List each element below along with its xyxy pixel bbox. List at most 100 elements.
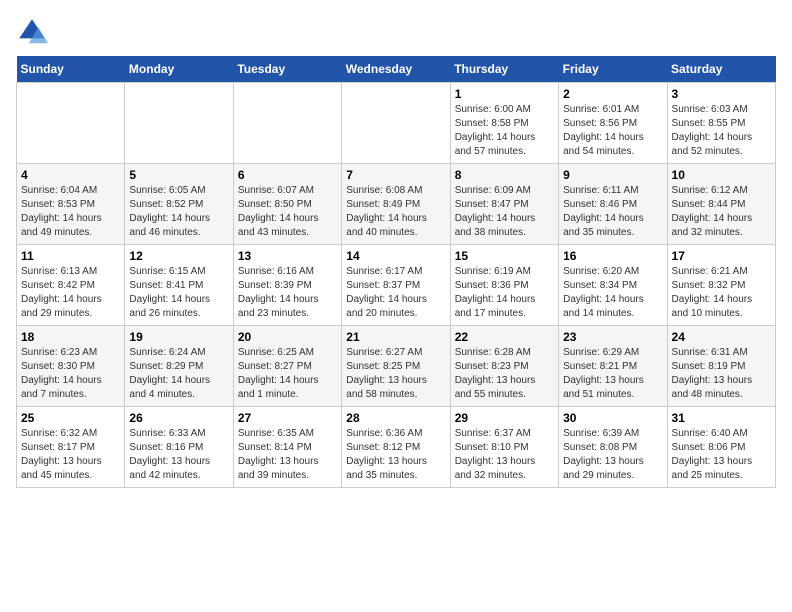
day-number: 23 (563, 330, 662, 344)
day-info: Sunrise: 6:23 AM Sunset: 8:30 PM Dayligh… (21, 346, 120, 402)
day-info: Sunrise: 6:24 AM Sunset: 8:29 PM Dayligh… (129, 346, 228, 402)
weekday-header-sunday: Sunday (17, 56, 125, 83)
day-number: 6 (238, 168, 337, 182)
day-info: Sunrise: 6:27 AM Sunset: 8:25 PM Dayligh… (346, 346, 445, 402)
calendar-cell: 14Sunrise: 6:17 AM Sunset: 8:37 PM Dayli… (342, 245, 450, 326)
day-number: 8 (455, 168, 554, 182)
day-number: 3 (672, 87, 771, 101)
calendar-cell: 19 Sunrise: 6:24 AM Sunset: 8:29 PM Dayli… (125, 326, 233, 407)
day-info: Sunrise: 6:11 AM Sunset: 8:46 PM Dayligh… (563, 184, 662, 240)
day-info: Sunrise: 6:04 AM Sunset: 8:53 PM Dayligh… (21, 184, 120, 240)
day-number: 26 (129, 411, 228, 425)
calendar-week-row: 4 Sunrise: 6:04 AM Sunset: 8:53 PM Daylig… (17, 164, 776, 245)
calendar-cell: 29 Sunrise: 6:37 AM Sunset: 8:10 PM Dayli… (450, 407, 558, 488)
calendar-cell: 11 Sunrise: 6:13 AM Sunset: 8:42 PM Dayli… (17, 245, 125, 326)
day-info: Sunrise: 6:00 AM Sunset: 8:58 PM Dayligh… (455, 103, 554, 159)
day-number: 16 (563, 249, 662, 263)
day-number: 18 (21, 330, 120, 344)
calendar-cell (125, 83, 233, 164)
day-info: Sunrise: 6:16 AM Sunset: 8:39 PM Dayligh… (238, 265, 337, 321)
logo-icon (16, 16, 48, 48)
day-info: Sunrise: 6:13 AM Sunset: 8:42 PM Dayligh… (21, 265, 120, 321)
day-number: 14 (346, 249, 445, 263)
day-info: Sunrise: 6:37 AM Sunset: 8:10 PM Dayligh… (455, 427, 554, 483)
day-info: Sunrise: 6:28 AM Sunset: 8:23 PM Dayligh… (455, 346, 554, 402)
calendar-cell: 15Sunrise: 6:19 AM Sunset: 8:36 PM Dayli… (450, 245, 558, 326)
day-info: Sunrise: 6:25 AM Sunset: 8:27 PM Dayligh… (238, 346, 337, 402)
calendar-header-row: SundayMondayTuesdayWednesdayThursdayFrid… (17, 56, 776, 83)
day-number: 31 (672, 411, 771, 425)
calendar-cell: 5 Sunrise: 6:05 AM Sunset: 8:52 PM Daylig… (125, 164, 233, 245)
day-number: 21 (346, 330, 445, 344)
calendar-cell: 25 Sunrise: 6:32 AM Sunset: 8:17 PM Dayli… (17, 407, 125, 488)
day-info: Sunrise: 6:36 AM Sunset: 8:12 PM Dayligh… (346, 427, 445, 483)
day-number: 28 (346, 411, 445, 425)
day-info: Sunrise: 6:05 AM Sunset: 8:52 PM Dayligh… (129, 184, 228, 240)
day-number: 11 (21, 249, 120, 263)
day-info: Sunrise: 6:19 AM Sunset: 8:36 PM Dayligh… (455, 265, 554, 321)
weekday-header-thursday: Thursday (450, 56, 558, 83)
day-number: 9 (563, 168, 662, 182)
day-number: 22 (455, 330, 554, 344)
day-info: Sunrise: 6:07 AM Sunset: 8:50 PM Dayligh… (238, 184, 337, 240)
weekday-header-wednesday: Wednesday (342, 56, 450, 83)
calendar-cell: 22 Sunrise: 6:28 AM Sunset: 8:23 PM Dayli… (450, 326, 558, 407)
day-info: Sunrise: 6:31 AM Sunset: 8:19 PM Dayligh… (672, 346, 771, 402)
weekday-header-tuesday: Tuesday (233, 56, 341, 83)
day-info: Sunrise: 6:33 AM Sunset: 8:16 PM Dayligh… (129, 427, 228, 483)
calendar-cell: 26 Sunrise: 6:33 AM Sunset: 8:16 PM Dayli… (125, 407, 233, 488)
day-info: Sunrise: 6:40 AM Sunset: 8:06 PM Dayligh… (672, 427, 771, 483)
day-number: 13 (238, 249, 337, 263)
calendar-cell: 21 Sunrise: 6:27 AM Sunset: 8:25 PM Dayli… (342, 326, 450, 407)
calendar-cell: 24 Sunrise: 6:31 AM Sunset: 8:19 PM Dayli… (667, 326, 775, 407)
weekday-header-monday: Monday (125, 56, 233, 83)
calendar-week-row: 11 Sunrise: 6:13 AM Sunset: 8:42 PM Dayli… (17, 245, 776, 326)
weekday-header-saturday: Saturday (667, 56, 775, 83)
calendar-cell: 1 Sunrise: 6:00 AM Sunset: 8:58 PM Daylig… (450, 83, 558, 164)
day-info: Sunrise: 6:32 AM Sunset: 8:17 PM Dayligh… (21, 427, 120, 483)
day-number: 30 (563, 411, 662, 425)
calendar-cell: 30Sunrise: 6:39 AM Sunset: 8:08 PM Dayli… (559, 407, 667, 488)
calendar-week-row: 25 Sunrise: 6:32 AM Sunset: 8:17 PM Dayli… (17, 407, 776, 488)
calendar-cell: 16 Sunrise: 6:20 AM Sunset: 8:34 PM Dayli… (559, 245, 667, 326)
weekday-header-friday: Friday (559, 56, 667, 83)
page-header (16, 16, 776, 48)
day-number: 29 (455, 411, 554, 425)
calendar-week-row: 18 Sunrise: 6:23 AM Sunset: 8:30 PM Dayli… (17, 326, 776, 407)
day-number: 2 (563, 87, 662, 101)
day-number: 24 (672, 330, 771, 344)
day-number: 7 (346, 168, 445, 182)
calendar-cell: 23Sunrise: 6:29 AM Sunset: 8:21 PM Dayli… (559, 326, 667, 407)
day-info: Sunrise: 6:21 AM Sunset: 8:32 PM Dayligh… (672, 265, 771, 321)
calendar-cell (342, 83, 450, 164)
day-number: 4 (21, 168, 120, 182)
day-number: 17 (672, 249, 771, 263)
calendar-cell: 8Sunrise: 6:09 AM Sunset: 8:47 PM Daylig… (450, 164, 558, 245)
day-number: 27 (238, 411, 337, 425)
calendar-cell: 9 Sunrise: 6:11 AM Sunset: 8:46 PM Daylig… (559, 164, 667, 245)
day-info: Sunrise: 6:35 AM Sunset: 8:14 PM Dayligh… (238, 427, 337, 483)
calendar-cell: 4 Sunrise: 6:04 AM Sunset: 8:53 PM Daylig… (17, 164, 125, 245)
calendar-cell: 10Sunrise: 6:12 AM Sunset: 8:44 PM Dayli… (667, 164, 775, 245)
day-info: Sunrise: 6:03 AM Sunset: 8:55 PM Dayligh… (672, 103, 771, 159)
day-number: 10 (672, 168, 771, 182)
calendar-cell: 17 Sunrise: 6:21 AM Sunset: 8:32 PM Dayli… (667, 245, 775, 326)
calendar-cell: 27 Sunrise: 6:35 AM Sunset: 8:14 PM Dayli… (233, 407, 341, 488)
calendar-cell (17, 83, 125, 164)
calendar-cell: 13 Sunrise: 6:16 AM Sunset: 8:39 PM Dayli… (233, 245, 341, 326)
logo (16, 16, 52, 48)
day-number: 1 (455, 87, 554, 101)
day-number: 19 (129, 330, 228, 344)
day-number: 20 (238, 330, 337, 344)
calendar-cell: 31 Sunrise: 6:40 AM Sunset: 8:06 PM Dayli… (667, 407, 775, 488)
day-number: 5 (129, 168, 228, 182)
calendar-cell: 7Sunrise: 6:08 AM Sunset: 8:49 PM Daylig… (342, 164, 450, 245)
calendar-cell: 28 Sunrise: 6:36 AM Sunset: 8:12 PM Dayli… (342, 407, 450, 488)
calendar-cell: 12Sunrise: 6:15 AM Sunset: 8:41 PM Dayli… (125, 245, 233, 326)
day-number: 12 (129, 249, 228, 263)
calendar-week-row: 1 Sunrise: 6:00 AM Sunset: 8:58 PM Daylig… (17, 83, 776, 164)
day-info: Sunrise: 6:20 AM Sunset: 8:34 PM Dayligh… (563, 265, 662, 321)
day-info: Sunrise: 6:01 AM Sunset: 8:56 PM Dayligh… (563, 103, 662, 159)
day-number: 25 (21, 411, 120, 425)
calendar-table: SundayMondayTuesdayWednesdayThursdayFrid… (16, 56, 776, 488)
